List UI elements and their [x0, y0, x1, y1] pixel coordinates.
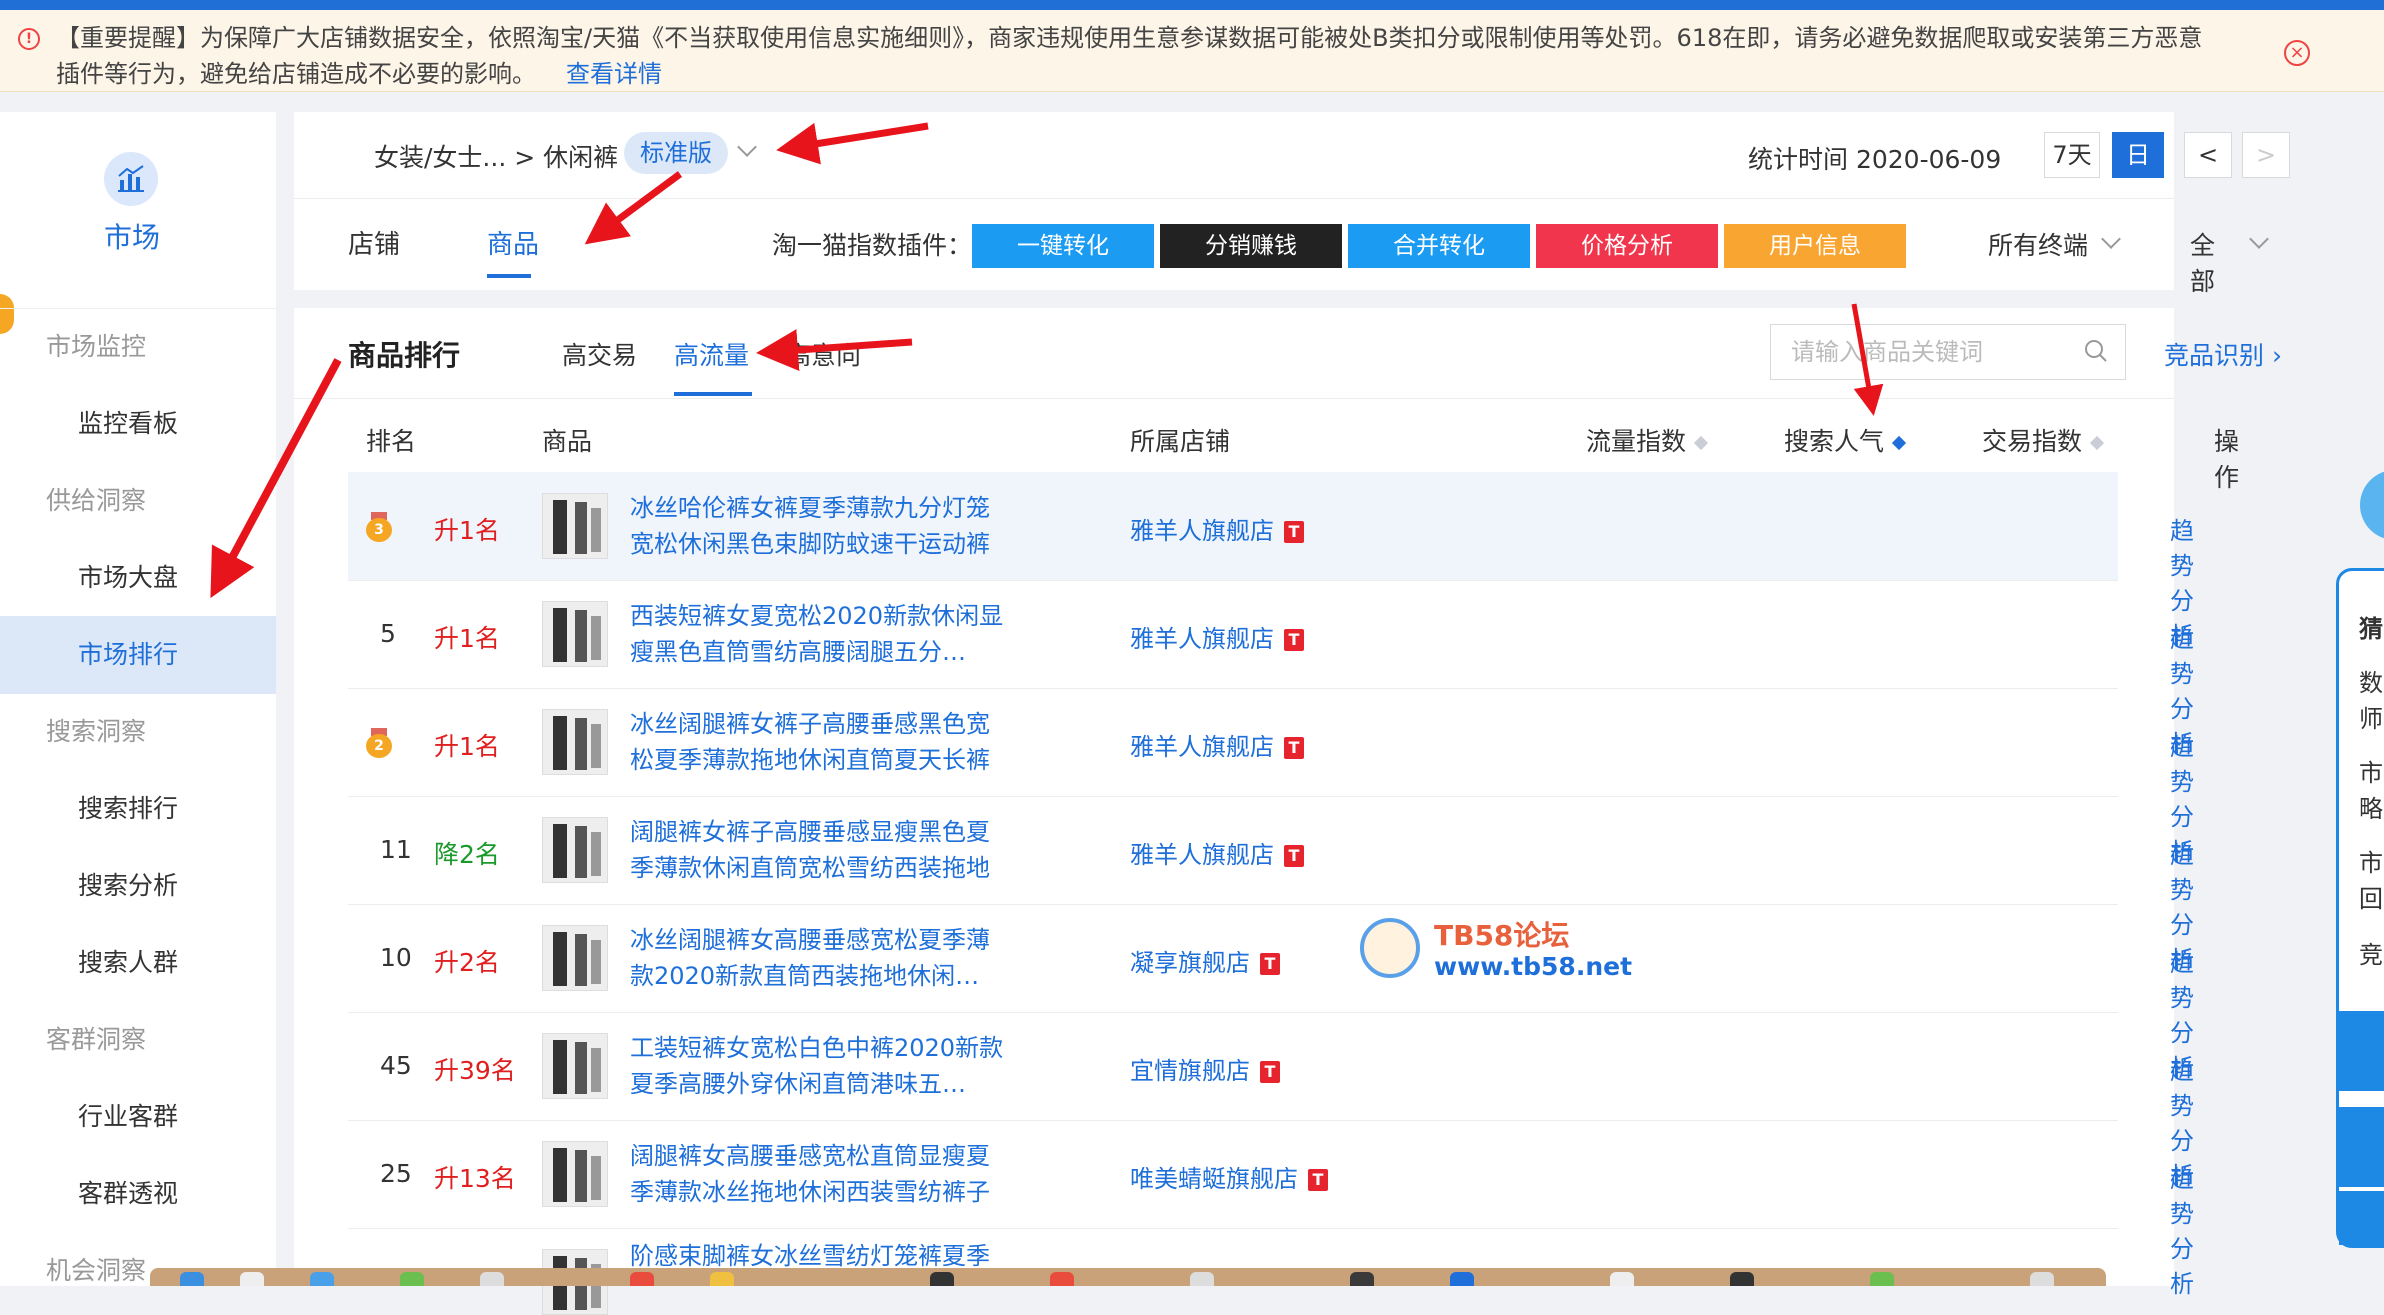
annotation-arrows [210, 122, 1884, 599]
arrow-to-product-tab [584, 171, 683, 245]
arrow-to-search-sort [1851, 303, 1884, 416]
arrow-to-edition [776, 122, 929, 165]
arrow-to-market-rank [210, 358, 342, 599]
arrow-to-traffic-tab [756, 329, 913, 371]
